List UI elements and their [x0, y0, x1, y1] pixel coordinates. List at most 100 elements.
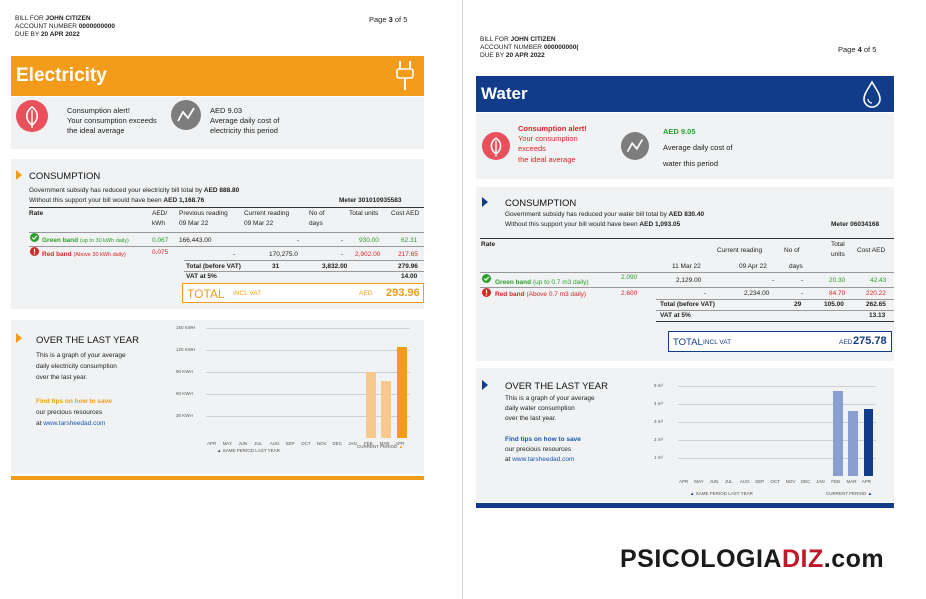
- gridline: [206, 394, 410, 395]
- x-tick-label: DEC: [800, 479, 811, 484]
- legend-same-period: ▲ SAME PERIOD LAST YEAR: [217, 448, 280, 453]
- year-line: daily electricity consumption: [36, 363, 117, 370]
- meter-number: Meter 301010935583: [339, 197, 402, 204]
- x-tick-label: OCT: [770, 479, 780, 484]
- x-tick-label: JUL: [254, 441, 263, 446]
- total-before-vat-label: Total (before VAT): [186, 263, 241, 270]
- average-line: electricity this period: [210, 126, 278, 135]
- average-value: AED 9.03: [210, 106, 243, 115]
- y-tick-label: 5 m³: [654, 383, 663, 388]
- green-cost: 62.31: [401, 237, 418, 244]
- header-days: No of: [784, 247, 800, 254]
- x-tick-label: JUN: [709, 479, 719, 484]
- x-tick-label: AUG: [269, 441, 280, 446]
- average-line: Average daily cost of: [210, 116, 280, 125]
- x-tick-label: APR: [861, 479, 872, 484]
- gridline: [678, 422, 876, 423]
- legend-current-period: CURRENT PERIOD ▲: [826, 491, 873, 496]
- x-tick-label: NOV: [316, 441, 327, 446]
- divider: [480, 272, 894, 273]
- tips-link[interactable]: www.tarsheedad.com: [512, 456, 574, 463]
- legend-label: SAME PERIOD LAST YEAR: [222, 448, 280, 453]
- without-subsidy-line: Without this support your bill would hav…: [505, 221, 680, 228]
- x-tick-label: JAN: [348, 441, 357, 446]
- gridline: [206, 372, 410, 373]
- incl-vat: INCL VAT: [233, 290, 262, 297]
- tips-line: our precious resources: [36, 409, 103, 416]
- water-banner: Water: [476, 76, 894, 112]
- page-divider: [462, 0, 463, 599]
- header-days-2: days: [309, 220, 323, 227]
- divider: [480, 238, 894, 239]
- red-units: 84.70: [829, 290, 846, 297]
- check-circle-icon: [482, 274, 491, 283]
- x-tick-label: MAR: [846, 479, 857, 484]
- average-cost: AED 9.05 Average daily cost of water thi…: [663, 124, 733, 172]
- header-aed: AED/: [152, 210, 168, 217]
- gridline: [206, 328, 410, 329]
- without-value: AED 1,168.76: [163, 197, 205, 204]
- page-label: Page: [838, 45, 856, 54]
- without-text: Without this support your bill would hav…: [29, 197, 162, 204]
- subsidy-text: Government subsidy has reduced your wate…: [505, 211, 667, 218]
- green-previous: 2,129.00: [676, 277, 702, 284]
- watermark-part: .com: [823, 545, 885, 573]
- year-line: daily water consumption: [505, 405, 575, 412]
- customer-name: JOHN CITIZEN: [510, 36, 556, 43]
- header-current: Current reading: [717, 247, 763, 254]
- green-band-label: Green band: [42, 237, 79, 244]
- page-of: of: [394, 15, 402, 24]
- red-previous: -: [233, 251, 236, 258]
- bar-same-period: [365, 372, 376, 438]
- vat-label: VAT at 5%: [660, 312, 691, 319]
- tips-link[interactable]: www.tarsheedad.com: [43, 420, 105, 427]
- x-tick-label: JUL: [724, 479, 733, 484]
- alert-line: Your consumption exceeds: [67, 116, 157, 125]
- header-days: No of: [309, 210, 325, 217]
- year-description: This is a graph of your average daily el…: [36, 350, 126, 383]
- year-line: This is a graph of your average: [36, 352, 126, 359]
- red-band-label: Red band: [495, 291, 525, 298]
- y-tick-label: 4 m³: [654, 401, 663, 406]
- y-tick-label: 2 m³: [654, 437, 663, 442]
- y-tick-label: 90 KWH: [176, 369, 193, 374]
- legend-label: CURRENT PERIOD: [357, 444, 398, 449]
- total-before-days: 29: [794, 301, 802, 308]
- tips-line: our precious resources: [505, 446, 572, 453]
- account-number: 000000000(: [543, 44, 579, 51]
- tips-block: Find tips on how to save our precious re…: [36, 396, 112, 429]
- year-title: OVER THE LAST YEAR: [36, 335, 139, 346]
- electricity-chart: 150 KWH 120 KWH 90 KWH 60 KWH 30 KWH APR MAY JU…: [176, 324, 414, 458]
- due-date: 20 APR 2022: [505, 52, 545, 59]
- alert-panel: Consumption alert! Your consumption exce…: [11, 97, 424, 149]
- gridline: [678, 458, 876, 459]
- x-tick-label: JAN: [816, 479, 825, 484]
- total-label: TOTAL: [673, 337, 703, 348]
- page-label: Page: [369, 15, 387, 24]
- header-units: Total: [831, 241, 845, 248]
- alert-line: exceeds: [518, 144, 546, 153]
- page-of: of: [863, 45, 871, 54]
- page-current: 3: [388, 15, 393, 24]
- y-tick-label: 60 KWH: [176, 391, 193, 396]
- consumption-panel: CONSUMPTION Government subsidy has reduc…: [476, 187, 894, 361]
- consumption-alert: Consumption alert! Your consumption exce…: [67, 106, 157, 136]
- total-label: TOTAL: [187, 287, 225, 301]
- header-previous: Previous reading: [179, 210, 228, 217]
- header-rate: Rate: [481, 241, 496, 248]
- y-tick-label: 1 m³: [654, 455, 663, 460]
- account-label: ACCOUNT NUMBER: [15, 23, 77, 30]
- total-before-vat-label: Total (before VAT): [660, 301, 715, 308]
- plug-icon: [396, 61, 414, 90]
- green-rate: 2.090: [621, 274, 638, 281]
- green-previous: 166,443.00: [179, 237, 212, 244]
- exclamation-circle-icon: [30, 247, 39, 256]
- bill-for-label: BILL FOR: [15, 15, 44, 22]
- x-tick-label: DEC: [332, 441, 343, 446]
- incl-vat: INCL VAT: [703, 339, 732, 346]
- alert-line: Your consumption: [518, 134, 578, 143]
- tips-at: at: [36, 420, 42, 427]
- header-current-date: 09 Apr 22: [739, 263, 767, 270]
- leaf-icon: [482, 132, 510, 160]
- bar-same-period: [848, 411, 858, 476]
